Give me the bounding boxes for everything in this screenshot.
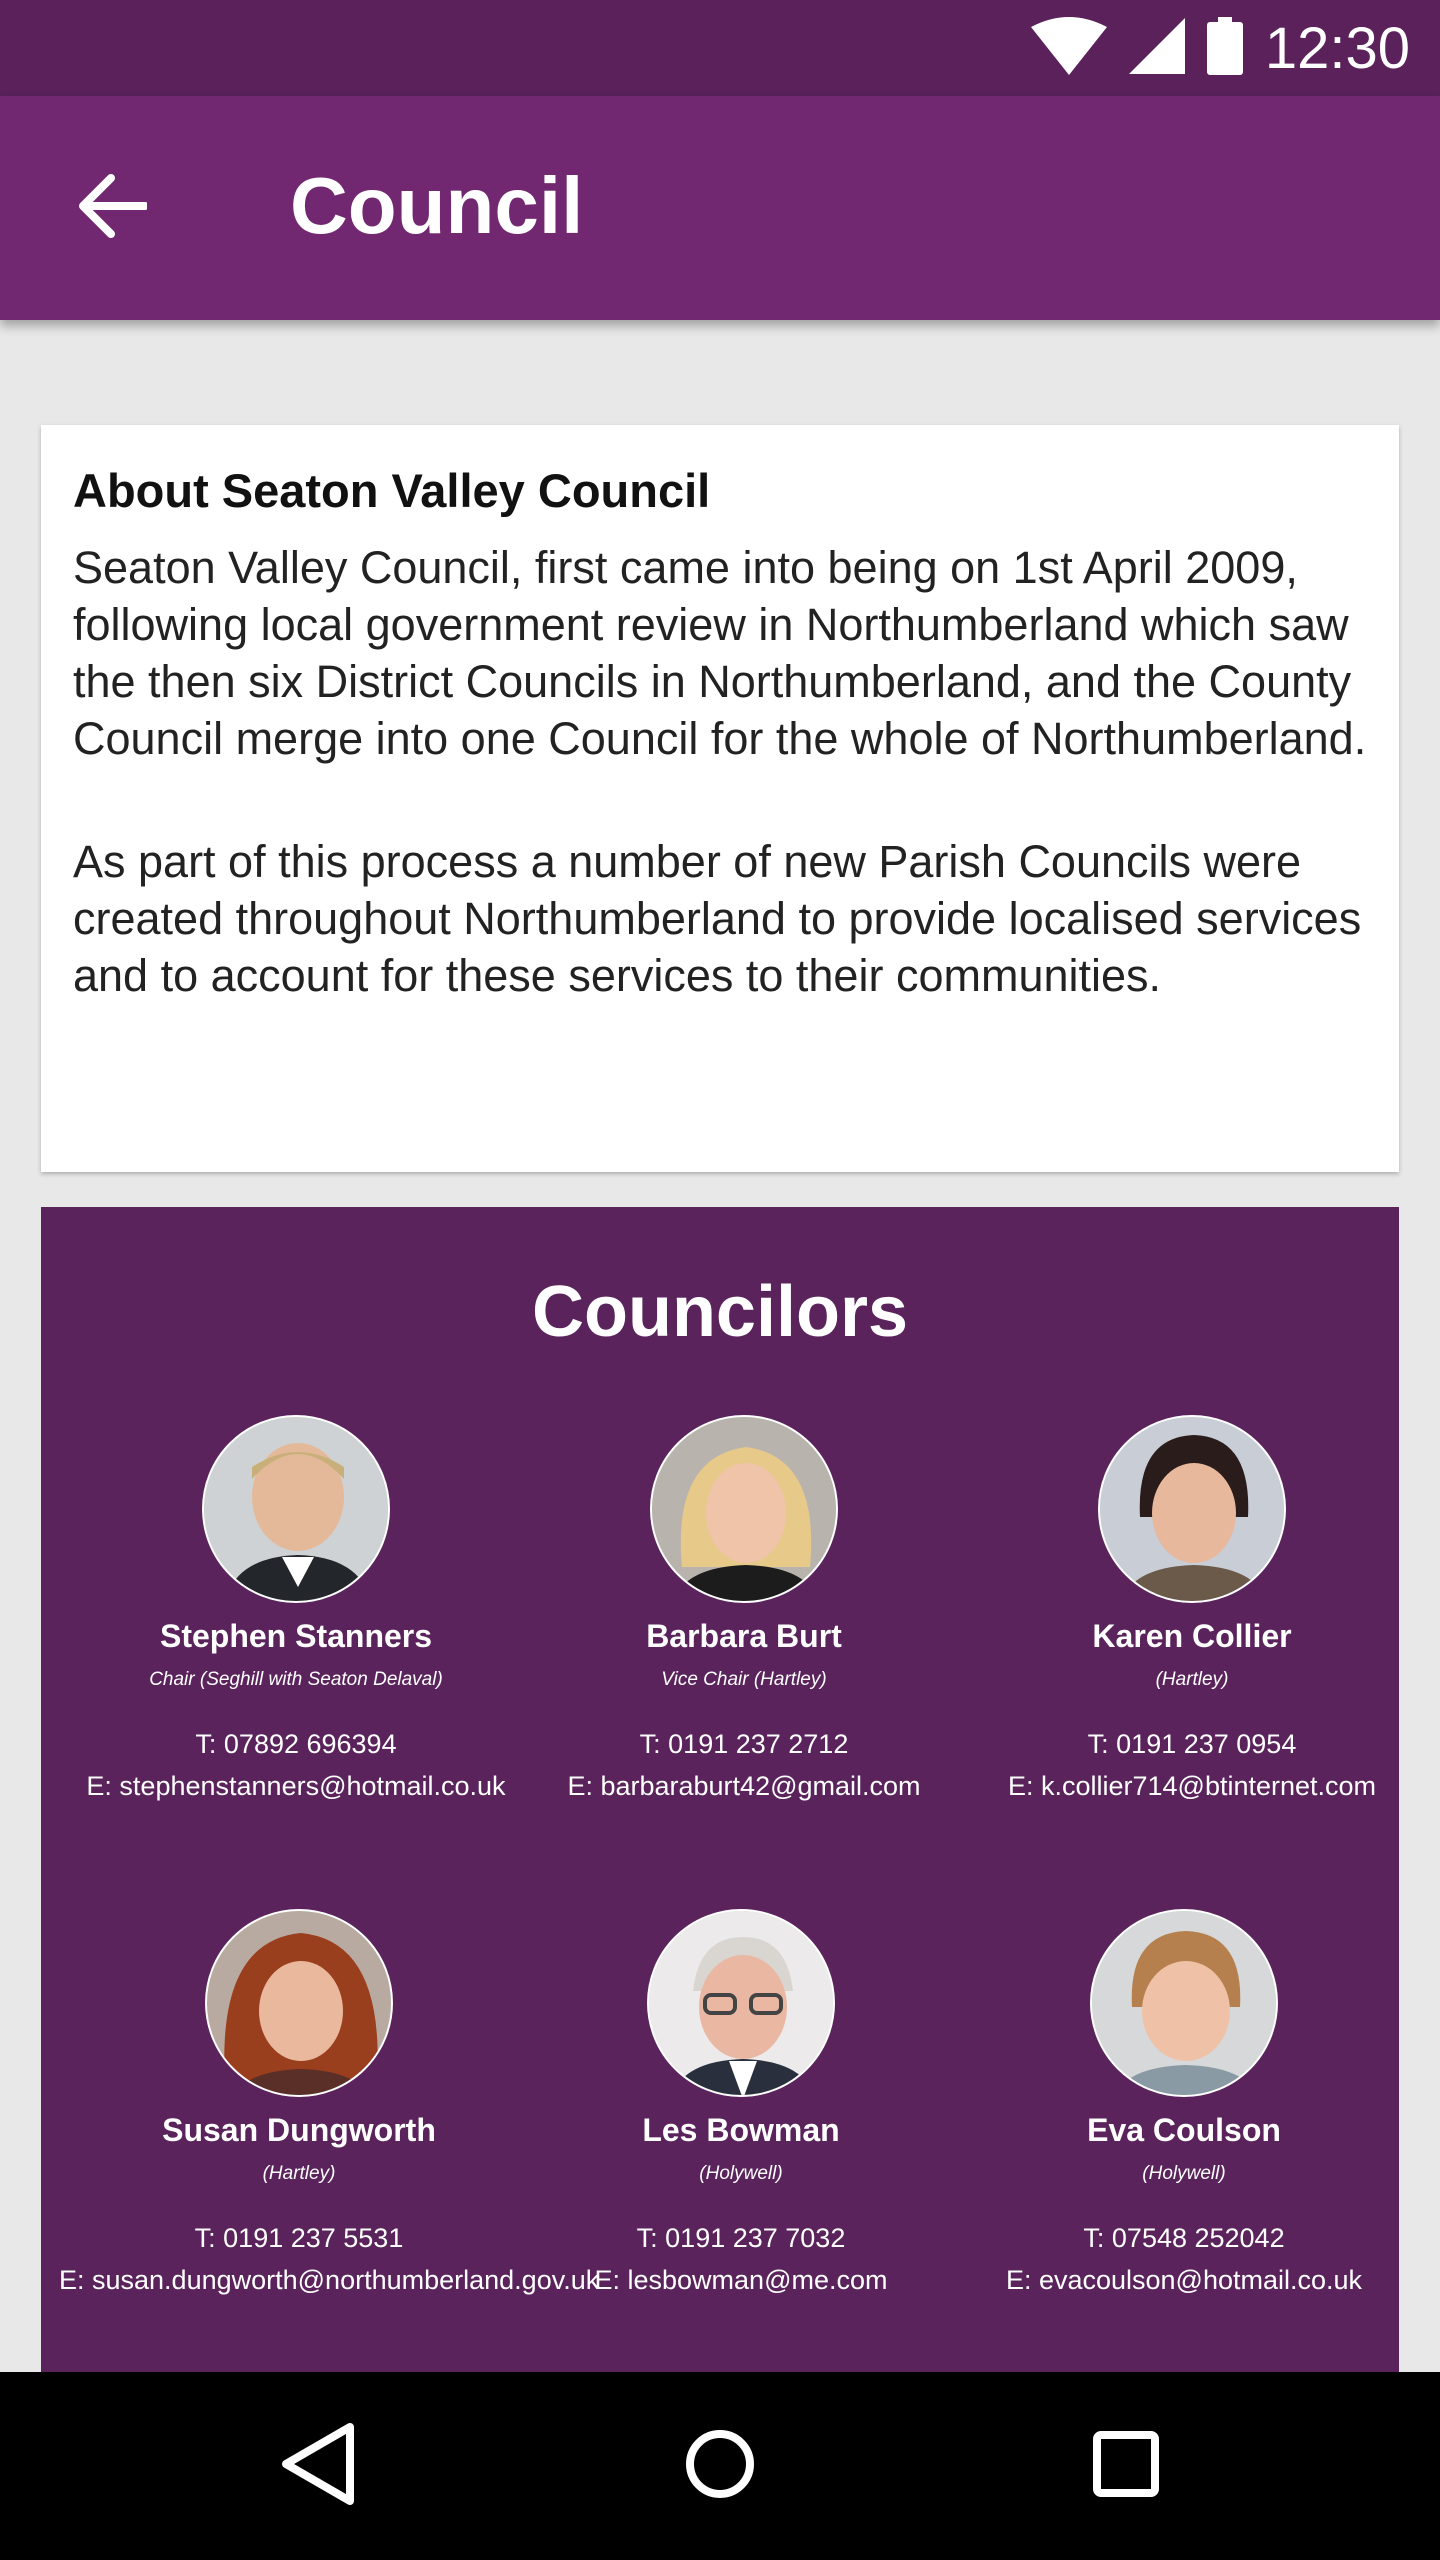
- councilor-role: (Holywell): [1142, 2163, 1226, 2184]
- councilor-phone[interactable]: T: 07548 252042: [944, 2217, 1424, 2259]
- councilor-phone[interactable]: T: 0191 237 7032: [501, 2217, 981, 2259]
- battery-icon: [1206, 16, 1243, 80]
- avatar: [650, 1415, 838, 1603]
- status-icons: 12:30: [1030, 0, 1410, 96]
- councilor-role: (Hartley): [1155, 1669, 1229, 1690]
- councilor-card: Barbara Burt Vice Chair (Hartley) T: 019…: [504, 1415, 984, 1807]
- councilor-card: Eva Coulson (Holywell) T: 07548 252042 E…: [944, 1909, 1424, 2301]
- councilor-name: Eva Coulson: [1087, 2112, 1281, 2148]
- councilor-email[interactable]: E: evacoulson@hotmail.co.uk: [944, 2259, 1424, 2301]
- councilor-phone[interactable]: T: 0191 237 0954: [952, 1723, 1432, 1765]
- nav-recents-button[interactable]: [1076, 2416, 1176, 2516]
- councilor-name: Les Bowman: [642, 2112, 840, 2148]
- cell-signal-icon: [1128, 17, 1185, 79]
- councilor-role: Vice Chair (Hartley): [661, 1669, 827, 1690]
- councilor-role: Chair (Seghill with Seaton Delaval): [149, 1669, 443, 1690]
- status-bar: 12:30: [0, 0, 1440, 96]
- councilor-email[interactable]: E: k.collier714@btinternet.com: [952, 1765, 1432, 1807]
- page-title: Council: [290, 161, 584, 250]
- status-time: 12:30: [1264, 15, 1410, 81]
- avatar: [205, 1909, 393, 2097]
- avatar: [647, 1909, 835, 2097]
- back-button[interactable]: [56, 152, 168, 264]
- nav-recents-icon: [1093, 2430, 1159, 2502]
- councilor-email[interactable]: E: susan.dungworth@northumberland.gov.uk: [59, 2259, 599, 2301]
- nav-back-button[interactable]: [268, 2416, 368, 2516]
- councilor-phone[interactable]: T: 07892 696394: [56, 1723, 536, 1765]
- councilor-card: Les Bowman (Holywell) T: 0191 237 7032 E…: [501, 1909, 981, 2301]
- app-bar: Council: [0, 96, 1440, 320]
- councilor-phone[interactable]: T: 0191 237 5531: [59, 2217, 539, 2259]
- councilor-phone[interactable]: T: 0191 237 2712: [504, 1723, 984, 1765]
- about-paragraph-2: As part of this process a number of new …: [73, 836, 1362, 1001]
- councilor-email[interactable]: E: stephenstanners@hotmail.co.uk: [56, 1765, 536, 1807]
- avatar: [202, 1415, 390, 1603]
- about-card: About Seaton Valley Council Seaton Valle…: [41, 425, 1399, 1172]
- councilor-name: Susan Dungworth: [162, 2112, 436, 2148]
- about-paragraph-1: Seaton Valley Council, first came into b…: [73, 542, 1367, 764]
- councilor-card: Stephen Stanners Chair (Seghill with Sea…: [56, 1415, 536, 1807]
- nav-back-icon: [278, 2421, 358, 2512]
- councilor-card: Karen Collier (Hartley) T: 0191 237 0954…: [952, 1415, 1432, 1807]
- councilor-role: (Hartley): [262, 2163, 336, 2184]
- system-nav-bar: [0, 2372, 1440, 2560]
- nav-home-button[interactable]: [670, 2416, 770, 2516]
- wifi-icon: [1030, 16, 1107, 80]
- councilors-section: Councilors Stephen Stanners Chair (Seghi…: [41, 1207, 1399, 2372]
- councilor-name: Stephen Stanners: [159, 1618, 433, 1654]
- councilor-role: (Holywell): [699, 2163, 783, 2184]
- councilor-name: Karen Collier: [1092, 1618, 1292, 1654]
- councilor-card: Susan Dungworth (Hartley) T: 0191 237 55…: [59, 1909, 599, 2301]
- avatar: [1098, 1415, 1286, 1603]
- about-title: About Seaton Valley Council: [73, 464, 711, 517]
- councilors-title: Councilors: [531, 1272, 909, 1352]
- avatar: [1090, 1909, 1278, 2097]
- councilor-name: Barbara Burt: [646, 1618, 842, 1654]
- nav-home-icon: [685, 2429, 755, 2504]
- councilor-email[interactable]: E: lesbowman@me.com: [501, 2259, 981, 2301]
- councilor-email[interactable]: E: barbaraburt42@gmail.com: [504, 1765, 984, 1807]
- arrow-back-icon: [77, 173, 149, 243]
